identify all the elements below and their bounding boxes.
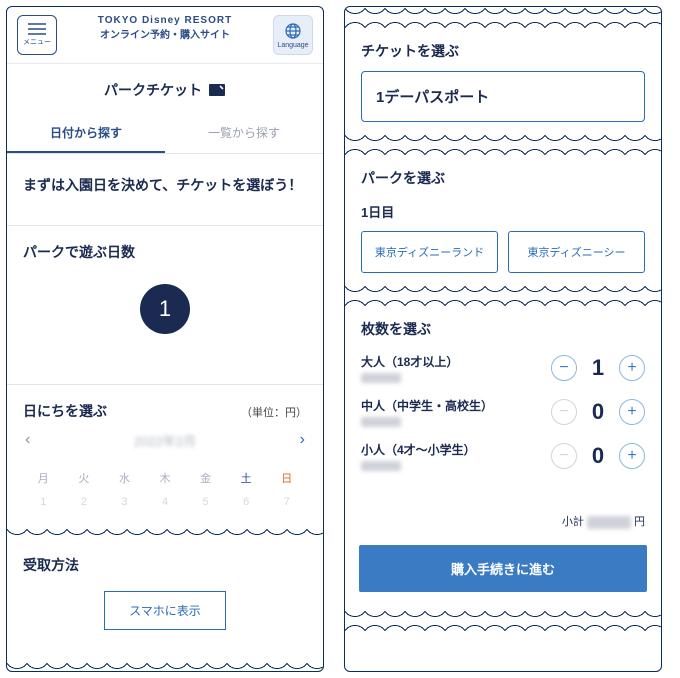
park-sea-button[interactable]: 東京ディズニーシー (508, 231, 645, 273)
rip-separator (345, 7, 661, 29)
date-label: 日にちを選ぶ (23, 401, 107, 421)
qty-junior-label: 中人（中学生・高校生） (361, 397, 493, 414)
tab-by-date[interactable]: 日付から探す (7, 114, 165, 153)
language-label: Language (277, 42, 308, 49)
dow-mon: 月 (23, 464, 64, 492)
dow-wed: 水 (104, 464, 145, 492)
qty-section: 枚数を選ぶ 大人（18才以上） − 1 + 中人（中学生・高校生） − 0 + (345, 307, 661, 483)
qty-price-blurred (361, 417, 401, 427)
dow-fri: 金 (185, 464, 226, 492)
calendar-month-blurred: 2022年2月 (30, 431, 299, 450)
ticket-head: チケットを選ぶ (361, 41, 645, 61)
cal-next-icon[interactable]: › (300, 431, 305, 449)
tab-by-list[interactable]: 一覧から探す (165, 114, 323, 153)
rip-separator (345, 610, 661, 632)
hamburger-icon (28, 23, 46, 35)
park-section: パークを選ぶ 1日目 東京ディズニーランド 東京ディズニーシー (345, 156, 661, 285)
subtotal-label: 小計 (562, 516, 584, 528)
date-cell[interactable]: 6 (226, 492, 267, 512)
qty-price-blurred (361, 461, 401, 471)
delivery-section: 受取方法 スマホに表示 (7, 537, 323, 662)
globe-icon (284, 22, 302, 40)
park-land-button[interactable]: 東京ディズニーランド (361, 231, 498, 273)
dow-sun: 日 (266, 464, 307, 492)
qty-plus-button[interactable]: + (619, 355, 645, 381)
ticket-select-box[interactable]: 1デーパスポート (361, 71, 645, 122)
qty-minus-button[interactable]: − (551, 355, 577, 381)
app-header: メニュー TOKYO Disney RESORT オンライン予約・購入サイト L… (7, 7, 323, 64)
calendar-dow-row: 月 火 水 木 金 土 日 (23, 464, 307, 492)
logo-block: TOKYO Disney RESORT オンライン予約・購入サイト (98, 15, 232, 41)
menu-button[interactable]: メニュー (17, 15, 57, 55)
menu-label: メニュー (23, 37, 51, 47)
qty-junior-value: 0 (589, 399, 607, 425)
park-head: パークを選ぶ (361, 168, 645, 188)
qty-price-blurred (361, 373, 401, 383)
subtotal-row: 小計 円 (345, 483, 661, 537)
ticket-icon (208, 83, 226, 97)
qty-child-value: 0 (589, 443, 607, 469)
page-title: パークチケット (104, 80, 202, 100)
qty-head: 枚数を選ぶ (361, 319, 645, 339)
date-cell[interactable]: 2 (64, 492, 105, 512)
qty-adult-value: 1 (589, 355, 607, 381)
delivery-smartphone-button[interactable]: スマホに表示 (104, 591, 226, 630)
ticket-section: チケットを選ぶ 1デーパスポート (345, 29, 661, 134)
delivery-label: 受取方法 (23, 555, 307, 575)
qty-row-junior: 中人（中学生・高校生） − 0 + (361, 397, 645, 427)
proceed-button[interactable]: 購入手続きに進む (359, 545, 647, 592)
tabs: 日付から探す 一覧から探す (7, 114, 323, 154)
dow-sat: 土 (226, 464, 267, 492)
days-section: パークで遊ぶ日数 1 (7, 225, 323, 384)
qty-adult-label: 大人（18才以上） (361, 353, 458, 370)
qty-row-adult: 大人（18才以上） − 1 + (361, 353, 645, 383)
days-value-circle[interactable]: 1 (140, 284, 190, 334)
date-cell[interactable]: 7 (266, 492, 307, 512)
language-button[interactable]: Language (273, 15, 313, 55)
intro-text: まずは入園日を決めて、チケットを選ぼう！ (7, 154, 323, 225)
phone-left: メニュー TOKYO Disney RESORT オンライン予約・購入サイト L… (6, 6, 324, 672)
dow-thu: 木 (145, 464, 186, 492)
calendar-dates-row: 1 2 3 4 5 6 7 (23, 492, 307, 512)
date-cell[interactable]: 4 (145, 492, 186, 512)
days-label: パークで遊ぶ日数 (23, 242, 307, 262)
date-cell[interactable]: 1 (23, 492, 64, 512)
date-unit: （単位：円） (241, 404, 307, 420)
qty-child-label: 小人（4才〜小学生） (361, 441, 476, 458)
rip-separator (345, 134, 661, 156)
qty-row-child: 小人（4才〜小学生） − 0 + (361, 441, 645, 471)
subtotal-yen: 円 (634, 516, 645, 528)
logo-top: TOKYO Disney RESORT (98, 15, 232, 26)
date-cell[interactable]: 5 (185, 492, 226, 512)
date-cell[interactable]: 3 (104, 492, 145, 512)
dow-tue: 火 (64, 464, 105, 492)
phone-right: チケットを選ぶ 1デーパスポート パークを選ぶ 1日目 東京ディズニーランド 東… (344, 6, 662, 672)
subtotal-amount-blurred (587, 516, 631, 529)
logo-sub: オンライン予約・購入サイト (98, 26, 232, 41)
rip-separator (345, 285, 661, 307)
qty-minus-button[interactable]: − (551, 443, 577, 469)
qty-plus-button[interactable]: + (619, 443, 645, 469)
rip-separator (7, 662, 323, 671)
calendar-nav: ‹ 2022年2月 › (23, 421, 307, 464)
park-day-label: 1日目 (361, 202, 645, 221)
qty-minus-button[interactable]: − (551, 399, 577, 425)
date-section: 日にちを選ぶ （単位：円） ‹ 2022年2月 › 月 火 水 木 金 土 日 … (7, 384, 323, 528)
page-title-row: パークチケット (7, 64, 323, 114)
rip-separator (7, 528, 323, 537)
qty-plus-button[interactable]: + (619, 399, 645, 425)
